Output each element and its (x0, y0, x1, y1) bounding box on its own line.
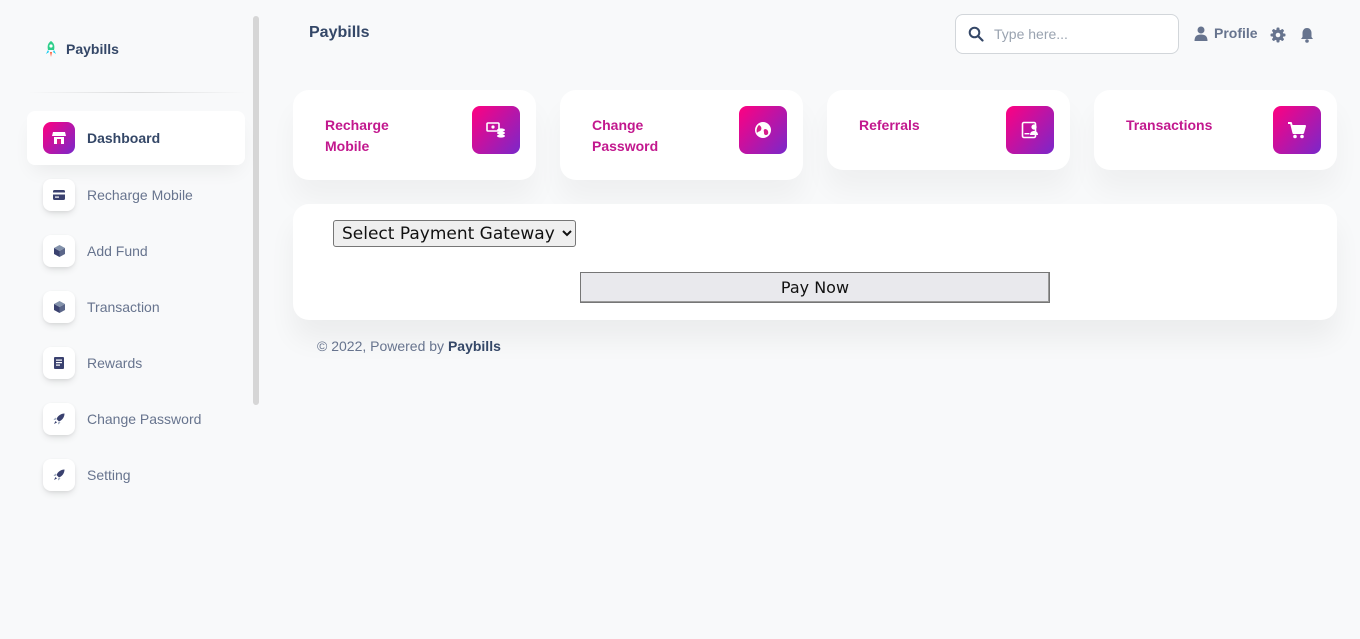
profile-link[interactable]: Profile (1194, 25, 1258, 41)
document-icon (43, 346, 75, 379)
sidebar-item-label: Recharge Mobile (87, 186, 193, 203)
sidebar-item-setting[interactable]: Setting (27, 447, 245, 502)
footer: © 2022, Powered by Paybills (317, 338, 501, 354)
card-label: Referrals (859, 117, 920, 133)
sidebar-item-label: Setting (87, 466, 131, 483)
rocket-icon (43, 458, 75, 491)
sidebar-item-add-fund[interactable]: Add Fund (27, 223, 245, 278)
sidebar-item-label: Dashboard (87, 130, 161, 146)
box-icon (43, 290, 75, 323)
bell-icon[interactable] (1299, 27, 1315, 43)
sidebar-item-label: Add Fund (87, 242, 148, 259)
user-badge-icon (1006, 106, 1054, 154)
sidebar-nav: Dashboard Recharge Mobile Add Fund Trans… (27, 111, 245, 503)
card-label: Transactions (1126, 117, 1213, 133)
globe-icon (739, 106, 787, 154)
card-label: Change Password (592, 117, 659, 154)
card-recharge-mobile[interactable]: Recharge Mobile (293, 90, 536, 180)
search-box[interactable] (955, 14, 1179, 54)
search-input[interactable] (994, 26, 1164, 42)
sidebar-item-label: Change Password (87, 410, 202, 427)
footer-brand-link[interactable]: Paybills (448, 338, 501, 354)
user-icon (1194, 26, 1208, 41)
card-label: Recharge Mobile (325, 117, 389, 154)
sidebar-item-rewards[interactable]: Rewards (27, 335, 245, 390)
pay-now-button[interactable]: Pay Now (580, 272, 1050, 303)
search-icon (968, 26, 984, 42)
footer-text: © 2022, Powered by (317, 338, 448, 354)
cart-icon (1273, 106, 1321, 154)
payment-panel: Select Payment Gateway Pay Now (293, 204, 1337, 320)
sidebar-item-recharge-mobile[interactable]: Recharge Mobile (27, 167, 245, 222)
rocket-logo-icon (46, 41, 56, 57)
card-transactions[interactable]: Transactions (1094, 90, 1337, 170)
page-title: Paybills (309, 24, 370, 41)
card-change-password[interactable]: Change Password (560, 90, 803, 180)
sidebar-scrollbar[interactable] (253, 16, 259, 405)
brand[interactable]: Paybills (44, 40, 119, 58)
sidebar-item-label: Transaction (87, 298, 160, 315)
payment-gateway-select[interactable]: Select Payment Gateway (333, 220, 576, 247)
gear-icon[interactable] (1270, 27, 1286, 43)
brand-name: Paybills (66, 41, 119, 57)
sidebar-item-label: Rewards (87, 354, 143, 371)
card-icon (43, 178, 75, 211)
sidebar-divider (28, 92, 246, 93)
rocket-icon (43, 402, 75, 435)
shop-icon (43, 122, 75, 154)
sidebar-item-change-password[interactable]: Change Password (27, 391, 245, 446)
profile-label: Profile (1214, 25, 1258, 41)
card-referrals[interactable]: Referrals (827, 90, 1070, 170)
money-coins-icon (472, 106, 520, 154)
sidebar-item-dashboard[interactable]: Dashboard (27, 111, 245, 165)
box-icon (43, 234, 75, 267)
sidebar-item-transaction[interactable]: Transaction (27, 279, 245, 334)
sidebar: Paybills Dashboard Recharge Mobile Add F… (0, 0, 260, 639)
